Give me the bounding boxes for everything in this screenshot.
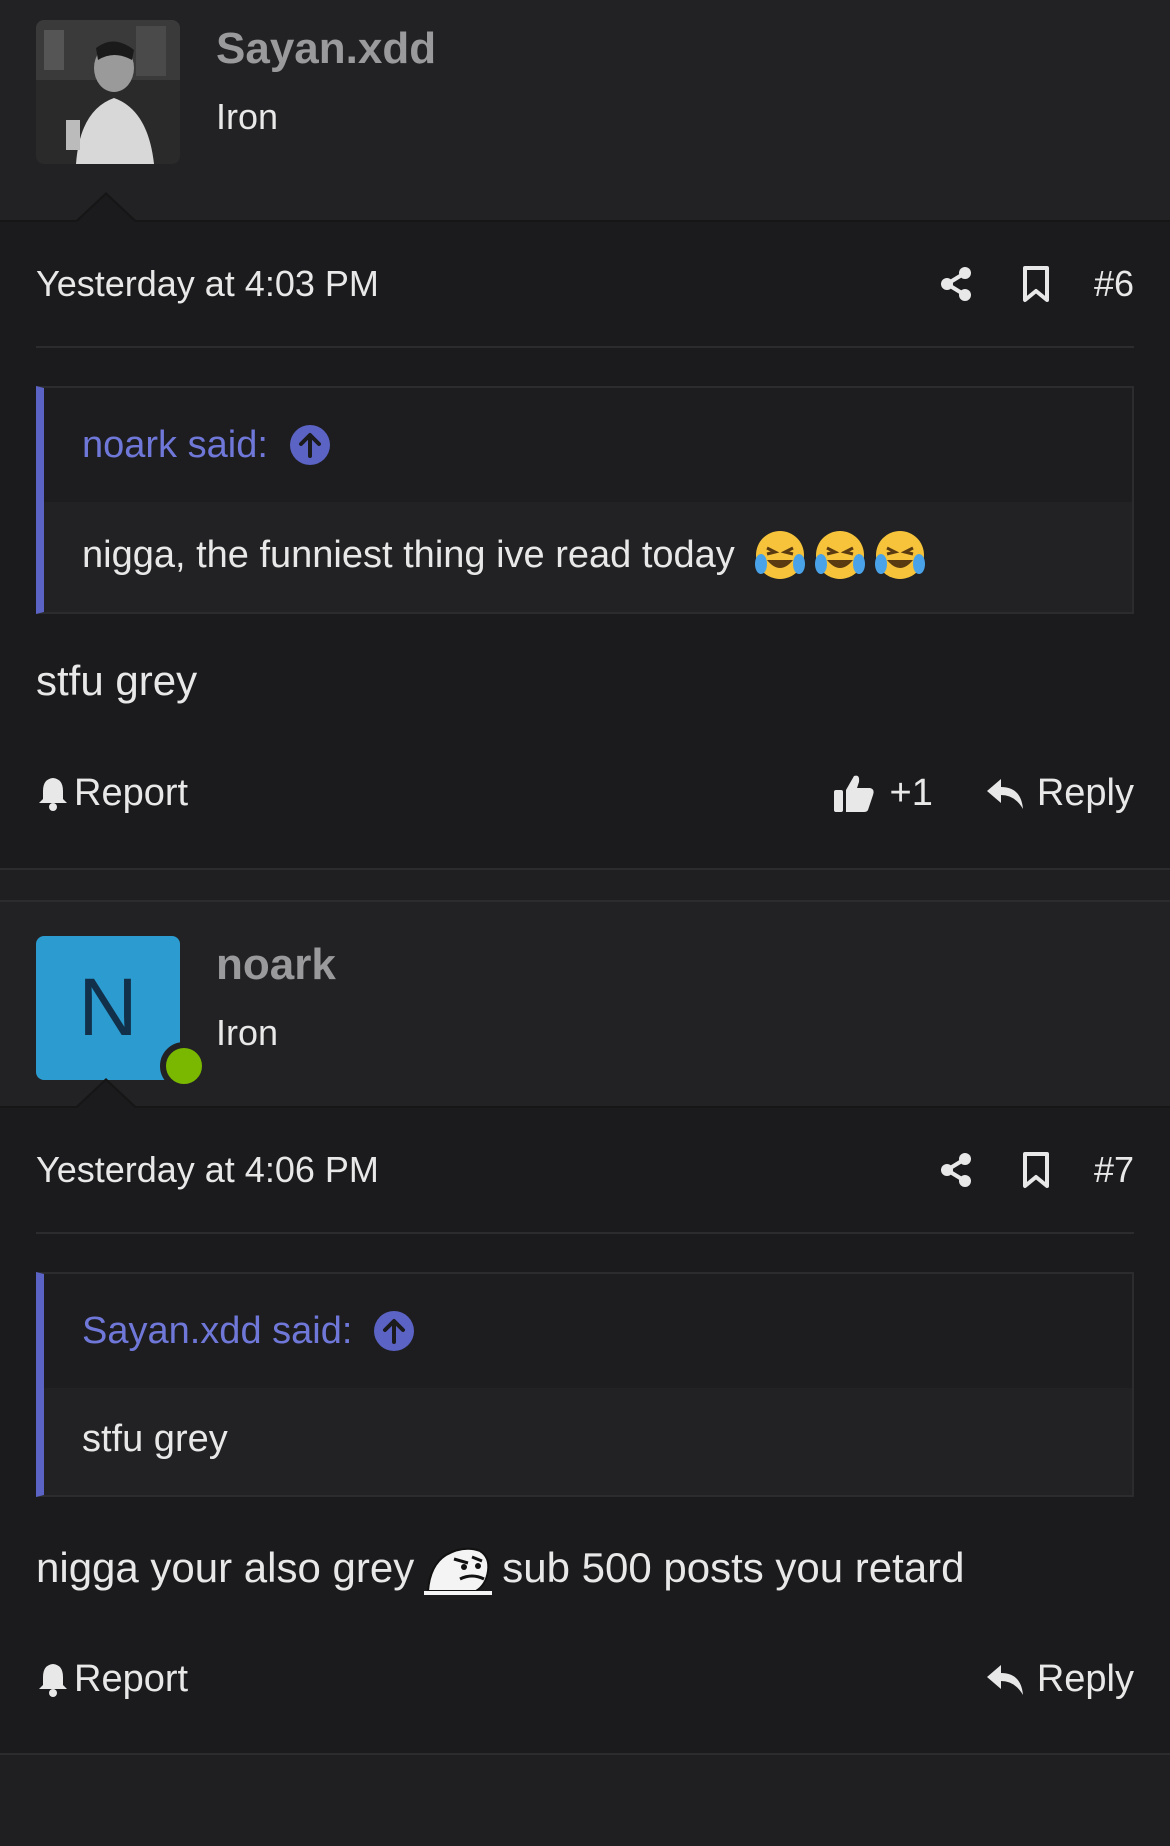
post-separator [0,1753,1170,1825]
user-rank: Iron [216,96,279,137]
report-button[interactable]: Report [36,772,188,815]
post-meta: Yesterday at 4:03 PM #6 [36,222,1134,348]
online-status-indicator [160,1042,208,1090]
post-date[interactable]: Yesterday at 4:03 PM [36,263,894,305]
bell-icon [39,778,67,811]
reply-label: Reply [1036,771,1134,814]
quote-text: nigga, the funniest thing ive read today [44,502,1132,612]
post-user-header: N noark Iron [0,902,1170,1109]
post-actions: Report Reply [36,1605,1134,1753]
reply-button[interactable]: Reply [985,772,1134,815]
quote-author[interactable]: Sayan.xdd said: [82,1310,352,1353]
username[interactable]: Sayan.xdd [216,24,436,74]
post-message: nigga your also grey sub 500 posts you r… [36,1497,1134,1605]
quote-block: noark said: nigga, the funniest thing iv… [36,386,1134,614]
post-message: stfu grey [36,657,198,704]
laughing-crying-emoji-icon [814,531,865,579]
bell-icon [39,1664,67,1697]
like-count: +1 [889,771,933,814]
laughing-crying-emoji-icon [754,531,805,579]
post-separator [0,868,1170,902]
quote-text-content: stfu grey [82,1418,228,1460]
post-body: Yesterday at 4:06 PM #7 Sayan.xdd said: … [0,1108,1170,1753]
reply-label: Reply [1036,1657,1134,1700]
user-rank: Iron [216,1012,279,1053]
reply-icon [986,1665,1023,1695]
avatar-photo-icon [36,20,180,164]
post-actions: Report +1 Reply [36,718,1134,868]
quote-text: stfu grey [44,1388,1132,1495]
meme-face-icon [424,1547,493,1595]
report-button[interactable]: Report [36,1658,188,1701]
report-label: Report [74,771,189,814]
share-icon[interactable] [938,1150,974,1190]
username[interactable]: noark [216,940,336,990]
post-body: Yesterday at 4:03 PM #6 noark said: nigg… [0,222,1170,868]
avatar-letter: N [36,936,180,1080]
laughing-crying-emoji-icon [874,531,925,579]
quote-block: Sayan.xdd said: stfu grey [36,1272,1134,1497]
report-label: Report [74,1657,189,1700]
post-user-header: Sayan.xdd Iron [0,0,1170,223]
avatar[interactable] [36,20,180,164]
arrow-up-circle-icon[interactable] [289,425,330,465]
bookmark-icon[interactable] [1018,1150,1054,1190]
share-icon[interactable] [938,264,974,304]
like-button[interactable]: +1 [832,772,933,815]
reply-icon [986,779,1023,809]
post-number[interactable]: #7 [1094,1149,1134,1191]
arrow-up-circle-icon[interactable] [374,1311,415,1351]
post-meta: Yesterday at 4:06 PM #7 [36,1108,1134,1234]
quote-header[interactable]: Sayan.xdd said: [44,1274,1132,1388]
quote-text-content: nigga, the funniest thing ive read today [82,533,735,576]
quote-author[interactable]: noark said: [82,424,268,467]
pointer-arrow [74,1078,138,1109]
pointer-arrow [74,192,138,223]
quote-header[interactable]: noark said: [44,388,1132,502]
post-6: Sayan.xdd Iron Yesterday at 4:03 PM #6 n… [0,0,1170,868]
thumbs-up-icon [833,775,874,812]
bookmark-icon[interactable] [1018,264,1054,304]
post-number[interactable]: #6 [1094,263,1134,305]
message-part-2: sub 500 posts you retard [502,1544,965,1591]
message-part-1: nigga your also grey [36,1544,415,1591]
post-7: N noark Iron Yesterday at 4:06 PM #7 Say… [0,902,1170,1753]
reply-button[interactable]: Reply [985,1658,1134,1701]
avatar[interactable]: N [36,936,208,1090]
post-date[interactable]: Yesterday at 4:06 PM [36,1149,894,1191]
